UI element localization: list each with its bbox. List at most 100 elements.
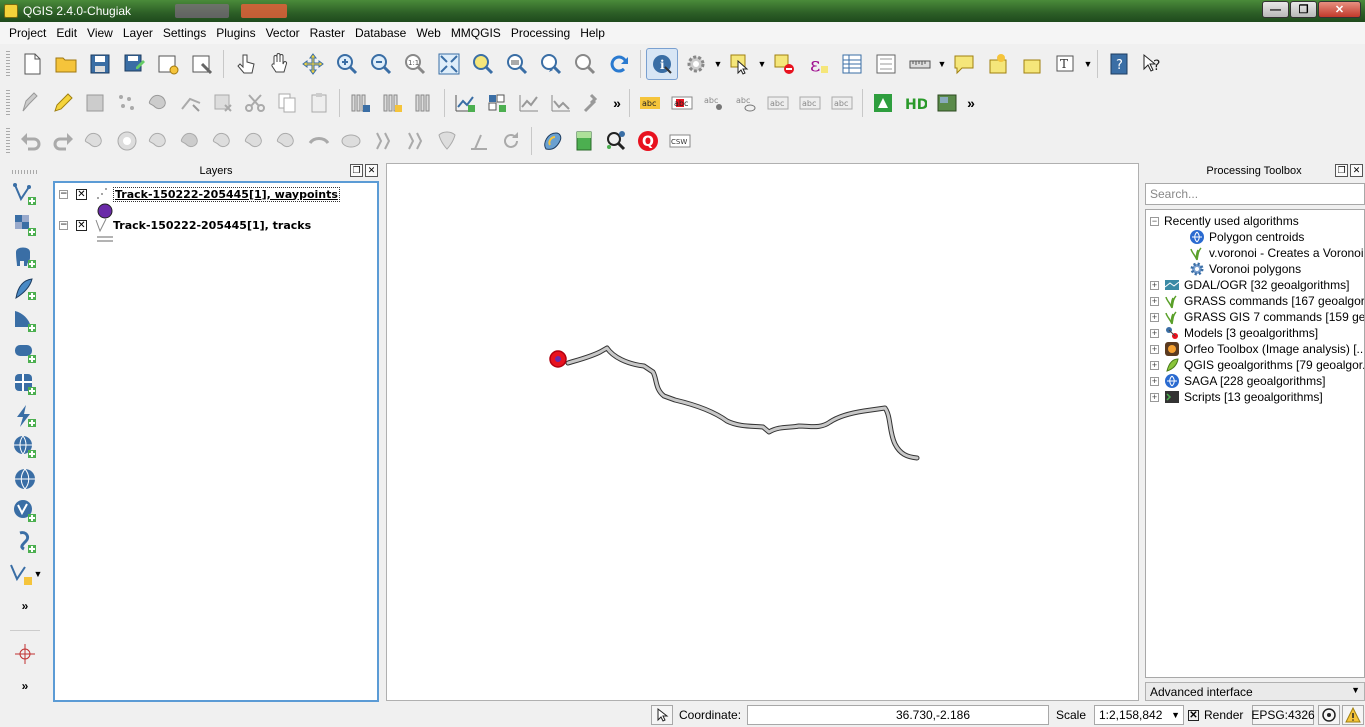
move-label-button[interactable]: abc [763,87,793,119]
add-wfs-layer-button[interactable] [482,87,512,119]
more-chevron-icon[interactable]: » [963,95,979,111]
run-feature-action-button[interactable] [680,48,712,80]
zoom-out-button[interactable] [365,48,397,80]
add-postgis-layer-button[interactable] [8,241,42,273]
toolbar-grip[interactable] [6,90,10,116]
add-part-button[interactable] [144,125,174,157]
open-project-button[interactable] [50,48,82,80]
rotate-point-symbols-button[interactable] [464,125,494,157]
chevron-down-icon[interactable]: ▼ [757,59,767,69]
add-wms-layer-button[interactable] [8,368,42,400]
new-memory-layer-button[interactable] [345,87,375,119]
geo-plugin-button[interactable] [537,125,567,157]
menu-plugins[interactable]: Plugins [211,26,260,40]
tree-provider-qgis[interactable]: + QGIS geoalgorithms [79 geoalgor... [1150,357,1364,373]
raster-plugin-button[interactable] [569,125,599,157]
expand-icon[interactable]: + [1150,344,1159,354]
tree-provider-grass7[interactable]: + GRASS GIS 7 commands [159 geo... [1150,309,1364,325]
menu-vector[interactable]: Vector [261,26,305,40]
rotate-button[interactable] [496,125,526,157]
simplify-feature-button[interactable] [80,125,110,157]
close-button[interactable]: ✕ [1318,1,1361,18]
add-mssql-layer-button[interactable] [8,305,42,337]
save-layer-edits-button[interactable] [80,87,110,119]
collapse-icon[interactable]: − [59,189,68,199]
undo-button[interactable] [16,125,46,157]
add-delimited-text-button[interactable] [450,87,480,119]
whats-this-button[interactable]: ? [1137,48,1169,80]
add-wfs-globe-button[interactable] [8,463,42,495]
delete-part-button[interactable] [240,125,270,157]
new-shapefile-layer-button[interactable] [409,87,439,119]
add-gpx-layer-button[interactable] [8,527,42,559]
add-wfs-layer-button-side[interactable] [8,431,42,463]
crosshair-tool-button[interactable] [8,639,42,671]
more-tools-chevron-2[interactable]: » [8,670,42,702]
map-tips-button[interactable] [948,48,980,80]
float-panel-button[interactable]: ❐ [350,164,363,177]
split-parts-button[interactable] [368,125,398,157]
expand-icon[interactable]: + [1150,392,1159,402]
change-label-button[interactable]: abc [827,87,857,119]
identify-plugin-button[interactable] [601,125,631,157]
expand-icon[interactable]: + [1150,328,1159,338]
paste-features-button[interactable] [304,87,334,119]
toolbar-grip[interactable] [6,51,10,77]
layer-visibility-checkbox[interactable]: ✕ [76,219,87,231]
tree-provider-orfeo[interactable]: + Orfeo Toolbox (Image analysis) [... [1150,341,1364,357]
zoom-last-button[interactable] [535,48,567,80]
zoom-full-button[interactable] [433,48,465,80]
collapse-icon[interactable]: − [59,220,68,230]
delete-ring-button[interactable] [208,125,238,157]
tree-provider-grass[interactable]: + GRASS commands [167 geoalgorit... [1150,293,1364,309]
collapse-icon[interactable]: − [1150,216,1159,226]
layers-tree[interactable]: − ✕ Track-150222-205445[1], waypoints − … [53,181,379,702]
menu-project[interactable]: Project [4,26,51,40]
layer-item-waypoints[interactable]: − ✕ Track-150222-205445[1], waypoints [59,186,340,202]
render-checkbox[interactable]: ✕ Render [1188,705,1248,725]
rotate-label-button[interactable]: abc [795,87,825,119]
menu-edit[interactable]: Edit [51,26,82,40]
redo-button[interactable] [48,125,78,157]
menu-help[interactable]: Help [575,26,610,40]
add-oracle-layer-button[interactable] [8,336,42,368]
composer-manager-button[interactable] [186,48,218,80]
toolbar-grip[interactable] [6,128,10,154]
current-edits-button[interactable] [16,87,46,119]
delete-selected-button[interactable] [208,87,238,119]
more-tools-chevron[interactable]: » [8,590,42,622]
text-annotation-button[interactable]: T [1050,48,1082,80]
map-canvas[interactable] [386,163,1139,701]
zoom-to-selection-button[interactable] [467,48,499,80]
layer-name[interactable]: Track-150222-205445[1], tracks [113,219,311,232]
field-calculator-button[interactable] [870,48,902,80]
crs-button[interactable]: EPSG:4326 [1251,705,1315,725]
scale-select[interactable]: 1:2,158,842 ▼ [1094,705,1184,725]
add-vector-layer-button[interactable] [8,178,42,210]
new-bookmark-button[interactable] [982,48,1014,80]
add-delimited-text-side-button[interactable] [8,495,42,527]
messages-button[interactable] [1342,705,1364,725]
copy-features-button[interactable] [272,87,302,119]
new-print-composer-button[interactable] [152,48,184,80]
help-contents-button[interactable]: ? [1103,48,1135,80]
menu-mmqgis[interactable]: MMQGIS [446,26,506,40]
layer-item-tracks[interactable]: − ✕ Track-150222-205445[1], tracks [59,217,311,233]
expression-select-button[interactable]: ε [802,48,834,80]
expand-icon[interactable]: + [1150,312,1159,322]
menu-view[interactable]: View [82,26,118,40]
layer-labeling-button[interactable]: abc [635,87,665,119]
tree-provider-scripts[interactable]: + Scripts [13 geoalgorithms] [1150,389,1323,405]
expand-icon[interactable]: + [1150,296,1159,306]
save-project-button[interactable] [84,48,116,80]
plugin-green-button[interactable] [868,87,898,119]
coordinate-field[interactable]: 36.730,-2.186 [747,705,1049,725]
add-wcs-layer-button[interactable] [8,400,42,432]
new-project-button[interactable] [16,48,48,80]
menu-settings[interactable]: Settings [158,26,211,40]
zoom-actual-size-button[interactable]: 1:1 [399,48,431,80]
open-attribute-table-button[interactable] [836,48,868,80]
toggle-extents-button[interactable] [651,705,673,725]
plugin-hd-button[interactable]: HD [900,87,930,119]
render-check-icon[interactable]: ✕ [1188,709,1199,721]
